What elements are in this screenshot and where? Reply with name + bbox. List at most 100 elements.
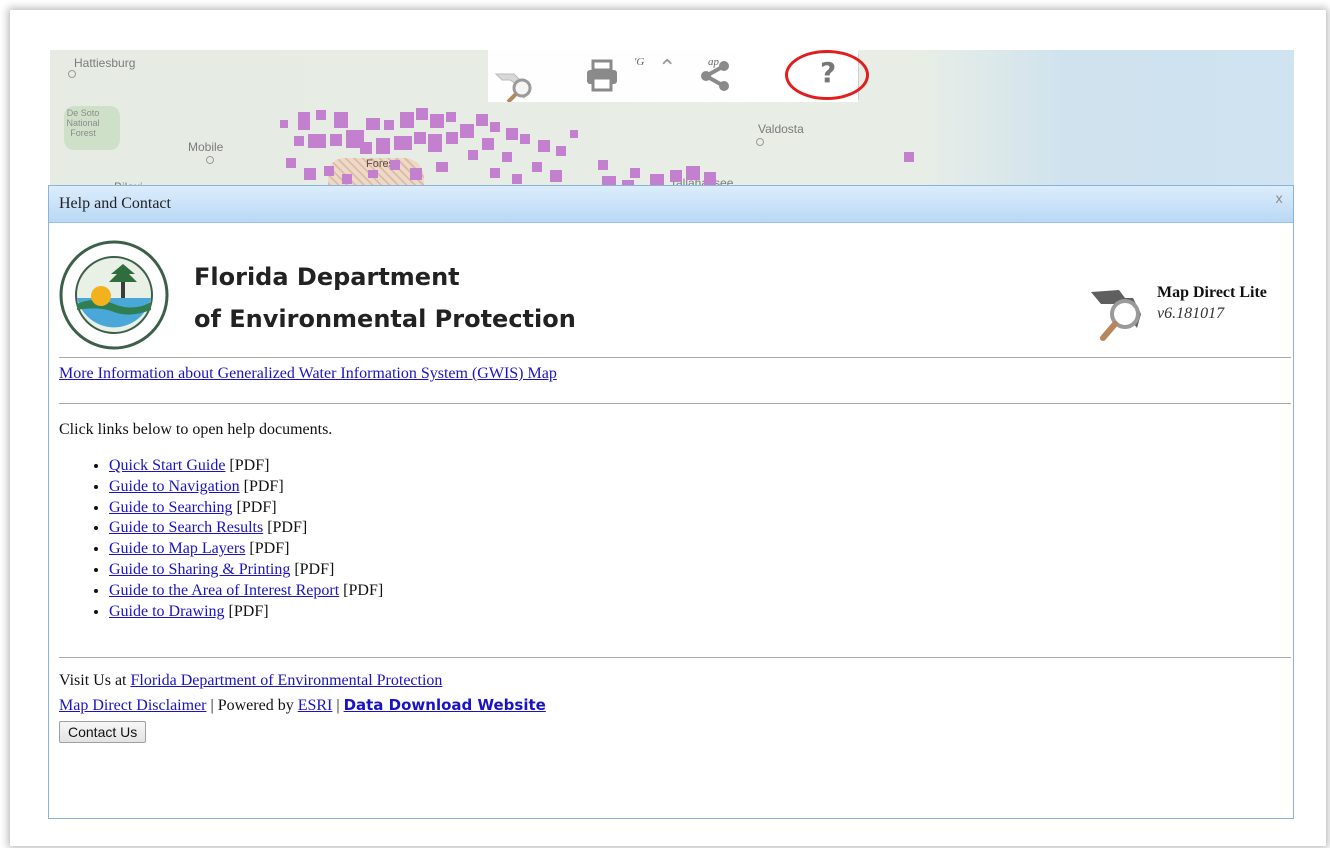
more-info-link[interactable]: More Information about Generalized Water…: [59, 365, 557, 382]
fdep-website-link[interactable]: Florida Department of Environmental Prot…: [130, 672, 442, 689]
gwis-map-block: [538, 140, 550, 152]
gwis-map-block: [298, 112, 310, 130]
esri-link[interactable]: ESRI: [298, 697, 333, 714]
pdf-tag: [PDF]: [224, 602, 269, 620]
map-label-mobile: Mobile: [188, 140, 224, 154]
share-icon[interactable]: [698, 58, 734, 94]
pdf-tag: [PDF]: [239, 477, 284, 495]
more-info-row: More Information about Generalized Water…: [59, 365, 557, 383]
gwis-map-block: [482, 138, 494, 150]
pdf-tag: [PDF]: [225, 457, 270, 474]
visit-row: Visit Us at Florida Department of Enviro…: [59, 672, 442, 690]
help-contact-dialog: Help and Contact x Florida Department of…: [48, 185, 1294, 819]
help-document-link[interactable]: Guide to Sharing & Printing: [109, 561, 290, 578]
pdf-tag: [PDF]: [290, 560, 335, 578]
gwis-map-block: [400, 112, 414, 128]
gwis-map-block: [416, 108, 428, 120]
help-document-item: Guide to Drawing [PDF]: [109, 602, 383, 623]
gwis-map-block: [342, 174, 352, 184]
gwis-map-block: [512, 174, 522, 184]
app-version: v6.181017: [1157, 305, 1225, 322]
toolbar-fragment-text: 'G: [634, 56, 645, 68]
gwis-map-block: [308, 134, 326, 148]
help-document-item: Quick Start Guide [PDF]: [109, 456, 383, 477]
app-name: Map Direct Lite: [1157, 284, 1267, 301]
help-document-link[interactable]: Quick Start Guide: [109, 457, 225, 474]
gwis-map-block: [704, 172, 716, 186]
help-documents-list: Quick Start Guide [PDF]Guide to Navigati…: [85, 456, 383, 622]
divider: [59, 657, 1291, 658]
footer-separator: | Powered by: [206, 697, 298, 714]
close-icon[interactable]: x: [1275, 192, 1283, 207]
gwis-map-block: [394, 136, 412, 150]
help-document-link[interactable]: Guide to Searching: [109, 499, 233, 516]
gwis-map-block: [304, 168, 316, 180]
gwis-map-block: [570, 130, 578, 138]
gwis-map-block: [330, 134, 342, 146]
gwis-map-block: [430, 114, 444, 128]
pdf-tag: [PDF]: [245, 540, 290, 558]
map-label-desoto: De Soto National Forest: [66, 108, 100, 138]
disclaimer-link[interactable]: Map Direct Disclaimer: [59, 697, 207, 714]
gwis-map-block: [506, 128, 518, 140]
help-document-item: Guide to Searching [PDF]: [109, 498, 383, 519]
gwis-map-block: [630, 168, 640, 178]
contact-us-button[interactable]: Contact Us: [59, 721, 147, 743]
gwis-map-block: [460, 124, 474, 138]
city-marker: [206, 156, 214, 164]
gwis-map-block: [436, 162, 448, 172]
help-document-item: Guide to Map Layers [PDF]: [109, 539, 383, 560]
gwis-map-block: [368, 170, 378, 178]
help-highlight-annotation: [785, 50, 869, 100]
help-document-link[interactable]: Guide to Map Layers: [109, 540, 245, 557]
pdf-tag: [PDF]: [232, 498, 277, 516]
map-label-valdosta: Valdosta: [758, 122, 804, 136]
print-icon[interactable]: [584, 58, 620, 94]
gwis-map-block: [286, 158, 296, 168]
gwis-map-block: [670, 170, 682, 182]
gwis-map-block: [446, 132, 458, 144]
gwis-map-block: [490, 168, 500, 178]
map-direct-lite-logo-icon: [1089, 284, 1155, 342]
divider: [59, 357, 1291, 358]
map-label-hattiesburg: Hattiesburg: [74, 56, 136, 70]
pdf-tag: [PDF]: [339, 581, 384, 599]
data-download-link[interactable]: Data Download Website: [344, 696, 546, 714]
screenshot-frame: Hattiesburg De Soto National Forest Mobi…: [10, 10, 1326, 846]
help-document-item: Guide to Navigation [PDF]: [109, 477, 383, 498]
agency-line-1: Florida Department: [194, 263, 460, 291]
help-document-link[interactable]: Guide to Search Results: [109, 519, 263, 536]
gwis-map-block: [280, 120, 288, 128]
footer-links-row: Map Direct Disclaimer | Powered by ESRI …: [59, 696, 546, 715]
gwis-map-block: [476, 114, 488, 126]
city-marker: [756, 138, 764, 146]
visit-prefix: Visit Us at: [59, 672, 131, 689]
chevron-up-icon[interactable]: ⌃: [658, 56, 676, 81]
help-document-link[interactable]: Guide to the Area of Interest Report: [109, 582, 339, 599]
fdep-seal-logo: [59, 240, 169, 350]
help-document-item: Guide to Sharing & Printing [PDF]: [109, 560, 383, 581]
gwis-map-block: [428, 134, 442, 152]
gwis-map-block: [502, 152, 512, 162]
dialog-title: Help and Contact: [59, 195, 171, 212]
gwis-map-block: [334, 112, 348, 128]
gwis-map-block: [532, 162, 542, 172]
agency-line-2: of Environmental Protection: [194, 305, 576, 333]
gwis-map-block: [468, 150, 478, 160]
gwis-map-block: [414, 132, 426, 144]
map-direct-logo-icon[interactable]: [494, 68, 538, 102]
help-document-item: Guide to Search Results [PDF]: [109, 518, 383, 539]
gwis-map-block: [410, 168, 422, 180]
gwis-map-block: [384, 120, 394, 130]
gwis-map-block: [904, 152, 914, 162]
footer-separator: |: [332, 697, 344, 714]
help-document-link[interactable]: Guide to Navigation: [109, 478, 240, 495]
agency-name: Florida Department of Environmental Prot…: [194, 256, 576, 340]
help-document-link[interactable]: Guide to Drawing: [109, 603, 225, 620]
gwis-map-block: [686, 166, 700, 180]
dialog-header: Help and Contact x: [49, 186, 1293, 223]
gwis-map-block: [446, 112, 456, 122]
gwis-map-block: [550, 170, 562, 182]
pdf-tag: [PDF]: [263, 519, 308, 537]
gwis-map-block: [316, 110, 326, 120]
